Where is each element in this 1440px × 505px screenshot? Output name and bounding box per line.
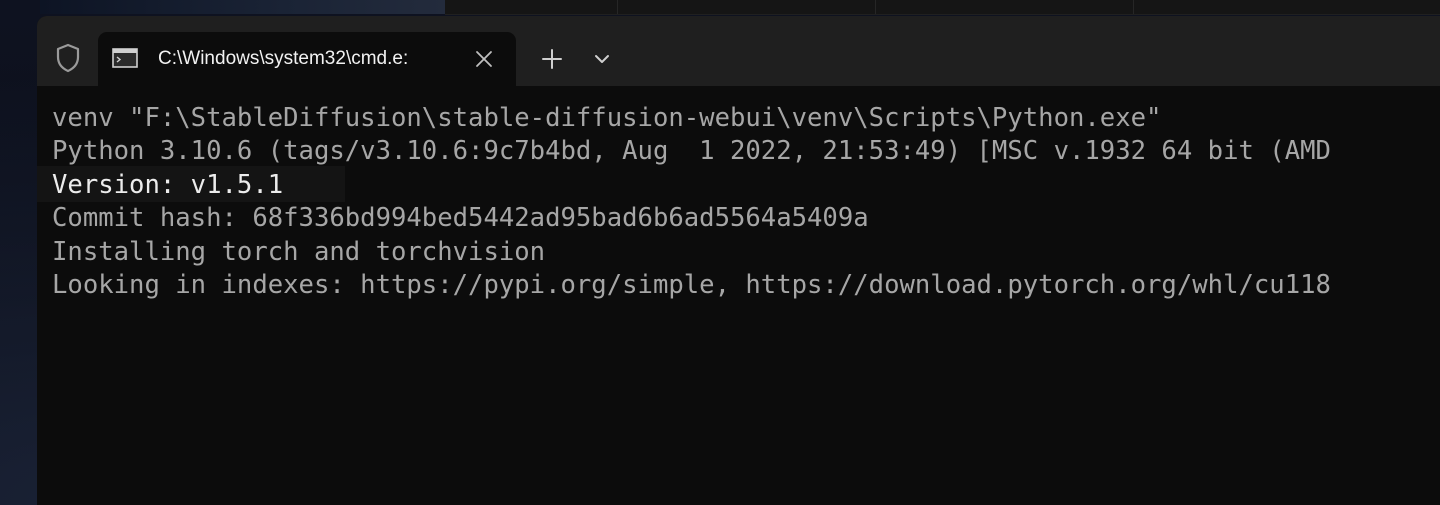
title-bar[interactable]: C:\Windows\system32\cmd.e: [37,16,1440,86]
plus-icon[interactable] [537,44,567,74]
terminal-line: Commit hash: 68f336bd994bed5442ad95bad6b… [52,203,869,233]
chevron-down-icon[interactable] [589,44,615,74]
terminal-line: Installing torch and torchvision [52,237,546,267]
background-window-edge [40,0,445,14]
terminal-line: Looking in indexes: https://pypi.org/sim… [52,270,1331,300]
terminal-output[interactable]: venv "F:\StableDiffusion\stable-diffusio… [37,86,1440,505]
tab-title: C:\Windows\system32\cmd.e: [158,48,409,69]
terminal-line: venv "F:\StableDiffusion\stable-diffusio… [52,103,1162,133]
terminal-line: Version: v1.5.1 [52,170,284,200]
background-window [445,0,1440,15]
shield-icon[interactable] [51,40,85,76]
tab-cmd[interactable]: C:\Windows\system32\cmd.e: [98,32,516,86]
cmd-window-icon [112,48,138,68]
close-icon[interactable] [470,46,498,72]
terminal-line: Python 3.10.6 (tags/v3.10.6:9c7b4bd, Aug… [52,136,1331,166]
terminal-window: C:\Windows\system32\cmd.e: venv "F:\Stab… [37,16,1440,505]
